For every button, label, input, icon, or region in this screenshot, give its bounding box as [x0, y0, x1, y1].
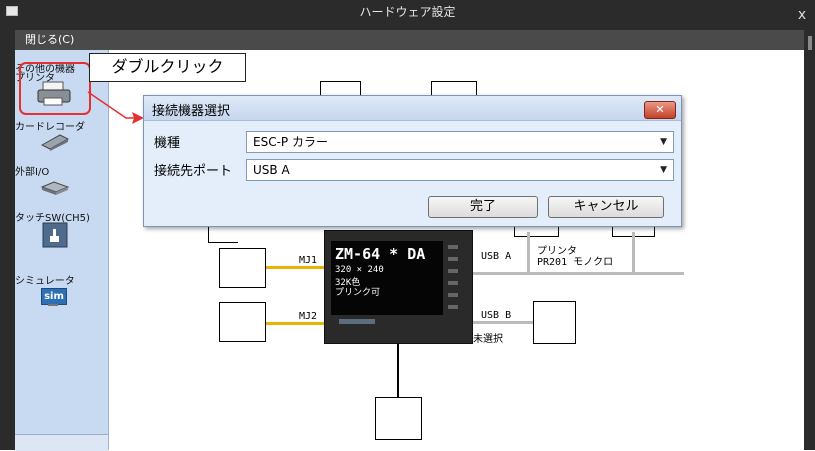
- usb-b-port-label: USB B: [481, 310, 512, 321]
- bottom-connection-line: [397, 342, 399, 398]
- printer-drop-2: [632, 232, 635, 274]
- mj2-port-label: MJ2: [299, 311, 318, 322]
- mj1-device-box[interactable]: [219, 248, 266, 288]
- window-frame-left: [0, 30, 15, 450]
- card-recorder-icon[interactable]: [40, 133, 70, 151]
- sidebar-footer: [15, 434, 108, 451]
- chevron-down-icon: ▼: [660, 137, 667, 147]
- mj2-device-box[interactable]: [219, 302, 266, 342]
- sidebar-item-card-recorder-label[interactable]: カードレコーダ: [15, 118, 85, 133]
- scrollbar-thumb[interactable]: [808, 36, 812, 50]
- window-frame-right: [804, 30, 815, 450]
- hmi-button-6: [448, 305, 458, 309]
- window-close-button[interactable]: x: [793, 6, 811, 24]
- menu-close[interactable]: 閉じる(C): [25, 31, 74, 49]
- model-label: 機種: [154, 136, 181, 151]
- hmi-button-5: [448, 293, 458, 297]
- hmi-model: ZM-64 * DA: [335, 245, 426, 263]
- simulator-stand: [48, 304, 58, 306]
- mj1-port-label: MJ1: [299, 255, 318, 266]
- ok-button[interactable]: 完了: [428, 196, 538, 218]
- sidebar-item-simulator-label[interactable]: シミュレータ: [15, 272, 75, 287]
- port-label: 接続先ポート: [154, 164, 233, 179]
- printer-highlight: [19, 62, 91, 115]
- dialog-titlebar: 接続機器選択 ✕: [144, 96, 681, 121]
- model-select[interactable]: ESC-P カラー ▼: [246, 131, 674, 153]
- hmi-button-3: [448, 269, 458, 273]
- mj1-serial-line: [266, 266, 324, 269]
- hmi-screen: ZM-64 * DA 320 × 240 32K色 プリンク可: [331, 241, 443, 315]
- usb-a-port-label: USB A: [481, 251, 512, 262]
- left-partial-box: [208, 225, 238, 243]
- port-select[interactable]: USB A ▼: [246, 159, 674, 181]
- title-bar: ハードウェア設定 x: [0, 0, 815, 30]
- usb-a-line: [471, 272, 684, 275]
- hmi-resolution: 320 × 240: [335, 265, 384, 275]
- sidebar-item-external-io-label[interactable]: 外部I/O: [15, 163, 49, 178]
- printer-drop-1: [527, 232, 530, 274]
- touch-switch-icon[interactable]: [42, 222, 68, 248]
- menu-bar: 閉じる(C): [15, 30, 804, 50]
- simulator-icon[interactable]: sim: [41, 288, 67, 305]
- dialog-close-button[interactable]: ✕: [644, 101, 676, 119]
- external-io-icon[interactable]: [40, 181, 70, 197]
- chevron-down-icon: ▼: [660, 165, 667, 175]
- model-select-value: ESC-P カラー: [253, 135, 328, 149]
- double-click-callout: ダブルクリック: [89, 53, 246, 82]
- cancel-button[interactable]: キャンセル: [548, 196, 664, 218]
- hmi-logo: [339, 319, 375, 324]
- usb-b-line: [471, 321, 533, 324]
- mj2-serial-line: [266, 322, 324, 325]
- dialog-title: 接続機器選択: [152, 104, 231, 119]
- device-select-dialog: 接続機器選択 ✕ 機種 ESC-P カラー ▼ 接続先ポート USB A ▼ 完…: [143, 95, 682, 227]
- hmi-button-2: [448, 257, 458, 261]
- hmi-print: プリンク可: [335, 288, 381, 298]
- bottom-device-box[interactable]: [375, 397, 422, 440]
- comm-unit-box[interactable]: [533, 301, 576, 344]
- hmi-button-4: [448, 281, 458, 285]
- port-select-value: USB A: [253, 163, 290, 177]
- window-title: ハードウェア設定: [359, 5, 456, 19]
- hmi-device[interactable]: ZM-64 * DA 320 × 240 32K色 プリンク可: [324, 230, 473, 344]
- printer-label-line2: PR201 モノクロ: [537, 257, 614, 268]
- hmi-button-1: [448, 245, 458, 249]
